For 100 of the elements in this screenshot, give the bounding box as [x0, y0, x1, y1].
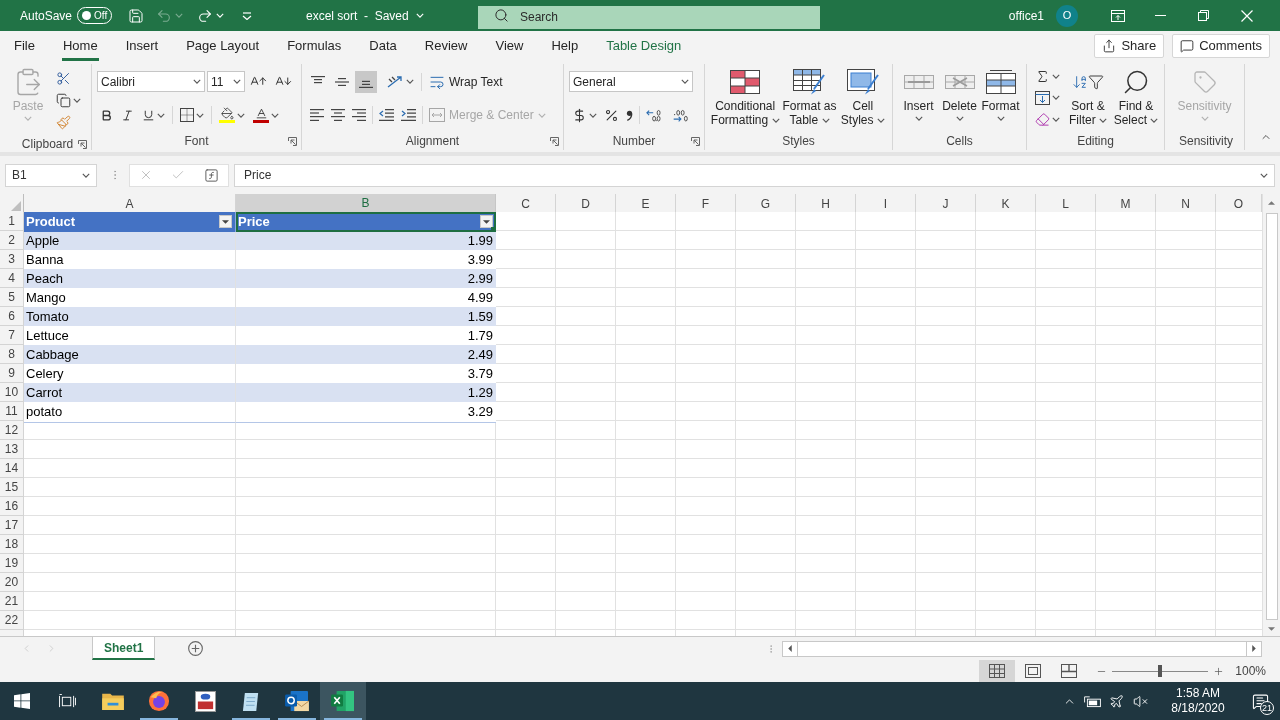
globe-icon — [148, 690, 170, 712]
slider-thumb[interactable] — [1158, 665, 1163, 677]
merge-cells-icon — [429, 108, 445, 123]
redo-button[interactable] — [197, 7, 225, 24]
column-header[interactable]: K — [976, 194, 1036, 214]
scrollbar-thumb[interactable] — [1265, 213, 1278, 620]
editing-button[interactable]: Sort & Filter — [1065, 65, 1111, 127]
row-header[interactable]: 12 — [0, 421, 23, 440]
font-name-field[interactable]: Calibri — [97, 71, 205, 93]
eraser-icon — [1035, 111, 1050, 127]
row-header[interactable]: 17 — [0, 516, 23, 535]
table-cell: Mango — [24, 288, 236, 309]
column-header[interactable]: D — [556, 194, 616, 214]
paintbrush-icon — [56, 114, 71, 130]
group-label: Clipboard — [20, 136, 75, 153]
name-box[interactable]: B1 — [5, 163, 97, 187]
sheet-tab[interactable]: Sheet1 — [92, 637, 156, 660]
filter-button[interactable] — [219, 215, 232, 229]
insert-cells-icon — [903, 75, 934, 89]
dialog-launcher-button[interactable] — [77, 139, 87, 149]
caret-icon — [233, 79, 241, 85]
row-header[interactable]: 2 — [0, 231, 23, 250]
column-header[interactable]: I — [856, 194, 916, 214]
dollar-icon — [572, 107, 587, 123]
ribbon-tab[interactable]: View — [494, 31, 525, 61]
cells-button[interactable]: Insert — [898, 65, 939, 121]
clock-button[interactable]: 1:58 AM 8/18/2020 — [1160, 682, 1236, 720]
right-triangle-icon — [1252, 645, 1256, 652]
filter-button[interactable] — [480, 215, 493, 229]
increase-indent-icon — [401, 109, 416, 122]
column-header[interactable]: F — [676, 194, 736, 214]
column-header[interactable]: G — [736, 194, 796, 214]
row-header[interactable]: 20 — [0, 573, 23, 592]
row-header[interactable]: 14 — [0, 459, 23, 478]
cells-button[interactable]: Delete — [939, 65, 980, 121]
copy-icon — [56, 92, 71, 108]
page-break-view-icon — [1061, 664, 1078, 678]
ribbon-tab[interactable]: Data — [368, 31, 398, 61]
row-header[interactable]: 1 — [0, 212, 23, 231]
share-button[interactable]: Share — [1094, 34, 1165, 58]
row-header[interactable]: 18 — [0, 535, 23, 554]
ribbon-display-icon — [1110, 9, 1125, 22]
ribbon-tab[interactable]: Insert — [124, 31, 160, 61]
dialog-launcher-button[interactable] — [549, 136, 559, 146]
row-header[interactable]: 22 — [0, 611, 23, 630]
wrap-text-button[interactable]: Wrap Text — [426, 70, 506, 93]
row-header[interactable]: 5 — [0, 288, 23, 307]
caret-icon — [196, 112, 204, 118]
ribbon-tab[interactable]: Help — [550, 31, 580, 61]
row-header[interactable]: 8 — [0, 345, 23, 364]
column-header[interactable]: N — [1156, 194, 1216, 214]
column-header[interactable]: L — [1036, 194, 1096, 214]
add-sheet-button[interactable] — [187, 640, 205, 657]
row-header[interactable]: 13 — [0, 440, 23, 459]
row-header[interactable]: 21 — [0, 592, 23, 611]
column-header[interactable]: J — [916, 194, 976, 214]
column-header[interactable]: O — [1216, 194, 1262, 214]
ribbon-tab[interactable]: Review — [423, 31, 469, 61]
formula-input[interactable]: Price — [234, 163, 1275, 187]
column-header[interactable]: C — [496, 194, 556, 214]
search-field[interactable]: Search — [478, 5, 820, 29]
row-header[interactable]: 7 — [0, 326, 23, 345]
column-header[interactable]: B — [236, 194, 496, 214]
column-header[interactable]: M — [1096, 194, 1156, 214]
caret-icon — [1150, 118, 1159, 124]
row-header[interactable]: 15 — [0, 478, 23, 497]
font-size-field[interactable]: 11 — [207, 71, 245, 93]
styles-button[interactable]: Cell Styles — [838, 65, 887, 127]
row-header[interactable]: 10 — [0, 383, 23, 402]
number-format-field[interactable]: General — [569, 71, 693, 92]
document-title-button[interactable]: excel sort - Saved — [306, 6, 424, 25]
notifications-button[interactable]: 21 — [1240, 682, 1280, 720]
column-header[interactable]: H — [796, 194, 856, 214]
row-header[interactable]: 16 — [0, 497, 23, 516]
row-header[interactable]: 4 — [0, 269, 23, 288]
comments-button[interactable]: Comments — [1172, 34, 1270, 58]
dialog-launcher-button[interactable] — [690, 136, 700, 146]
view-button[interactable] — [979, 660, 1016, 682]
scissors-icon — [56, 70, 71, 86]
row-header[interactable]: 19 — [0, 554, 23, 573]
row-header[interactable]: 6 — [0, 307, 23, 326]
styles-button[interactable]: Conditional Formatting — [710, 65, 781, 127]
dialog-launcher-button[interactable] — [287, 136, 297, 146]
ribbon-tab[interactable]: File — [13, 31, 36, 61]
zoom-slider[interactable] — [1112, 665, 1209, 677]
table-cell: 2.49 — [236, 345, 496, 366]
column-header[interactable]: A — [24, 194, 236, 214]
row-header[interactable]: 9 — [0, 364, 23, 383]
ribbon-tab[interactable]: Formulas — [286, 31, 343, 61]
cells-button[interactable]: Format — [980, 65, 1021, 121]
column-header[interactable]: E — [616, 194, 676, 214]
row-header[interactable]: 3 — [0, 250, 23, 269]
editing-button[interactable]: Find & Select — [1113, 65, 1159, 127]
ribbon-tab[interactable]: Table Design — [605, 31, 683, 61]
caret-icon — [876, 118, 885, 124]
row-header[interactable]: 11 — [0, 402, 23, 421]
styles-button[interactable]: Format as Table — [780, 65, 839, 127]
ribbon-tab[interactable]: Page Layout — [185, 31, 261, 61]
down-triangle-icon — [1268, 627, 1275, 631]
vertical-align-button[interactable] — [355, 70, 377, 93]
